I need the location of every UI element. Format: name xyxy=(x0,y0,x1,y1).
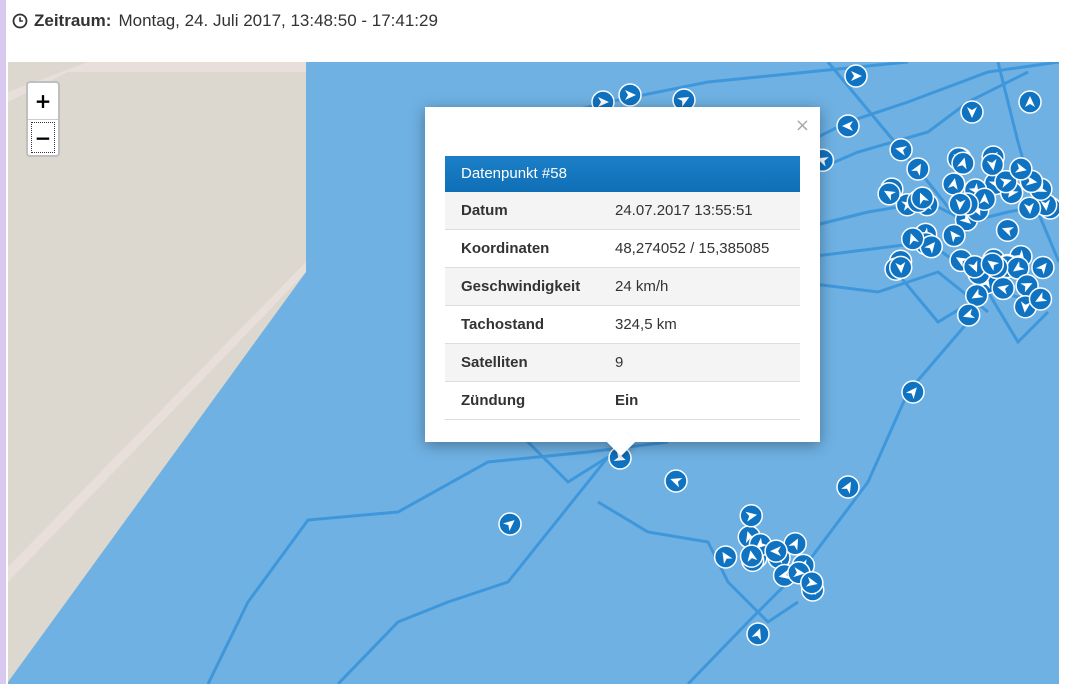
gps-marker-icon[interactable] xyxy=(980,252,1005,276)
gps-marker-icon[interactable] xyxy=(1009,157,1033,181)
table-row: Satelliten 9 xyxy=(445,343,800,382)
table-row: Datum 24.07.2017 13:55:51 xyxy=(445,192,800,230)
row-key: Satelliten xyxy=(445,343,599,382)
row-key: Koordinaten xyxy=(445,229,599,268)
row-key: Tachostand xyxy=(445,305,599,344)
datapoint-popup: × Datenpunkt #58 Datum 24.07.2017 13:55:… xyxy=(425,107,820,457)
gps-marker-icon[interactable] xyxy=(746,622,770,646)
gps-marker-icon[interactable] xyxy=(800,570,824,595)
gps-marker-icon[interactable] xyxy=(844,64,868,88)
zoom-out-button[interactable]: − xyxy=(28,119,58,155)
datapoint-table: Datum 24.07.2017 13:55:51 Koordinaten 48… xyxy=(445,192,800,420)
gps-marker-icon[interactable] xyxy=(1018,90,1042,114)
gps-marker-icon[interactable] xyxy=(889,137,913,162)
gps-marker-icon[interactable] xyxy=(836,475,860,499)
gps-marker-icon[interactable] xyxy=(1031,255,1055,280)
zoom-in-button[interactable]: + xyxy=(28,83,58,119)
row-value: 9 xyxy=(599,343,800,382)
row-key: Datum xyxy=(445,192,599,230)
period-label: Zeitraum: xyxy=(34,11,112,30)
gps-marker-icon[interactable] xyxy=(739,504,763,528)
gps-marker-icon[interactable] xyxy=(1028,287,1053,311)
clock-icon xyxy=(12,13,28,29)
gps-marker-icon[interactable] xyxy=(739,544,764,568)
gps-marker-icon[interactable] xyxy=(764,539,788,563)
gps-marker-icon[interactable] xyxy=(948,192,972,216)
popup-title: Datenpunkt #58 xyxy=(445,156,800,192)
table-row: Geschwindigkeit 24 km/h xyxy=(445,267,800,306)
table-row: Zündung Ein xyxy=(445,381,800,420)
gps-marker-icon[interactable] xyxy=(901,380,925,404)
zoom-control: + − xyxy=(26,81,60,157)
row-value: Ein xyxy=(599,381,800,420)
row-key: Geschwindigkeit xyxy=(445,267,599,306)
gps-marker-icon[interactable] xyxy=(964,283,989,308)
row-value: 24 km/h xyxy=(599,267,800,306)
gps-marker-icon[interactable] xyxy=(1017,196,1042,220)
gps-marker-icon[interactable] xyxy=(877,182,901,206)
gps-marker-icon[interactable] xyxy=(942,223,966,248)
table-row: Koordinaten 48,274052 / 15,385085 xyxy=(445,229,800,268)
gps-marker-icon[interactable] xyxy=(618,83,642,107)
gps-marker-icon[interactable] xyxy=(906,157,930,181)
gps-marker-icon[interactable] xyxy=(713,545,738,569)
close-icon[interactable]: × xyxy=(795,115,810,136)
row-value: 24.07.2017 13:55:51 xyxy=(599,192,800,230)
gps-marker-icon[interactable] xyxy=(956,303,981,327)
gps-marker-icon[interactable] xyxy=(664,469,688,493)
row-key: Zündung xyxy=(445,381,599,420)
gps-marker-icon[interactable] xyxy=(910,186,935,210)
gps-marker-icon[interactable] xyxy=(991,276,1015,301)
gps-marker-icon[interactable] xyxy=(951,151,975,176)
map-view[interactable]: + − × Datenpunkt #58 Datum 24.07.2017 13… xyxy=(8,62,1059,684)
gps-marker-icon[interactable] xyxy=(498,512,522,536)
gps-marker-icon[interactable] xyxy=(941,172,966,196)
table-row: Tachostand 324,5 km xyxy=(445,305,800,344)
row-value: 48,274052 / 15,385085 xyxy=(599,229,800,268)
gps-marker-icon[interactable] xyxy=(995,218,1020,242)
period-value: Montag, 24. Juli 2017, 13:48:50 - 17:41:… xyxy=(118,11,438,30)
gps-marker-icon[interactable] xyxy=(888,255,913,280)
gps-marker-icon[interactable] xyxy=(900,227,925,251)
gps-marker-icon[interactable] xyxy=(836,114,860,138)
period-header: Zeitraum: Montag, 24. Juli 2017, 13:48:5… xyxy=(12,9,438,33)
gps-marker-icon[interactable] xyxy=(960,100,984,124)
row-value: 324,5 km xyxy=(599,305,800,344)
